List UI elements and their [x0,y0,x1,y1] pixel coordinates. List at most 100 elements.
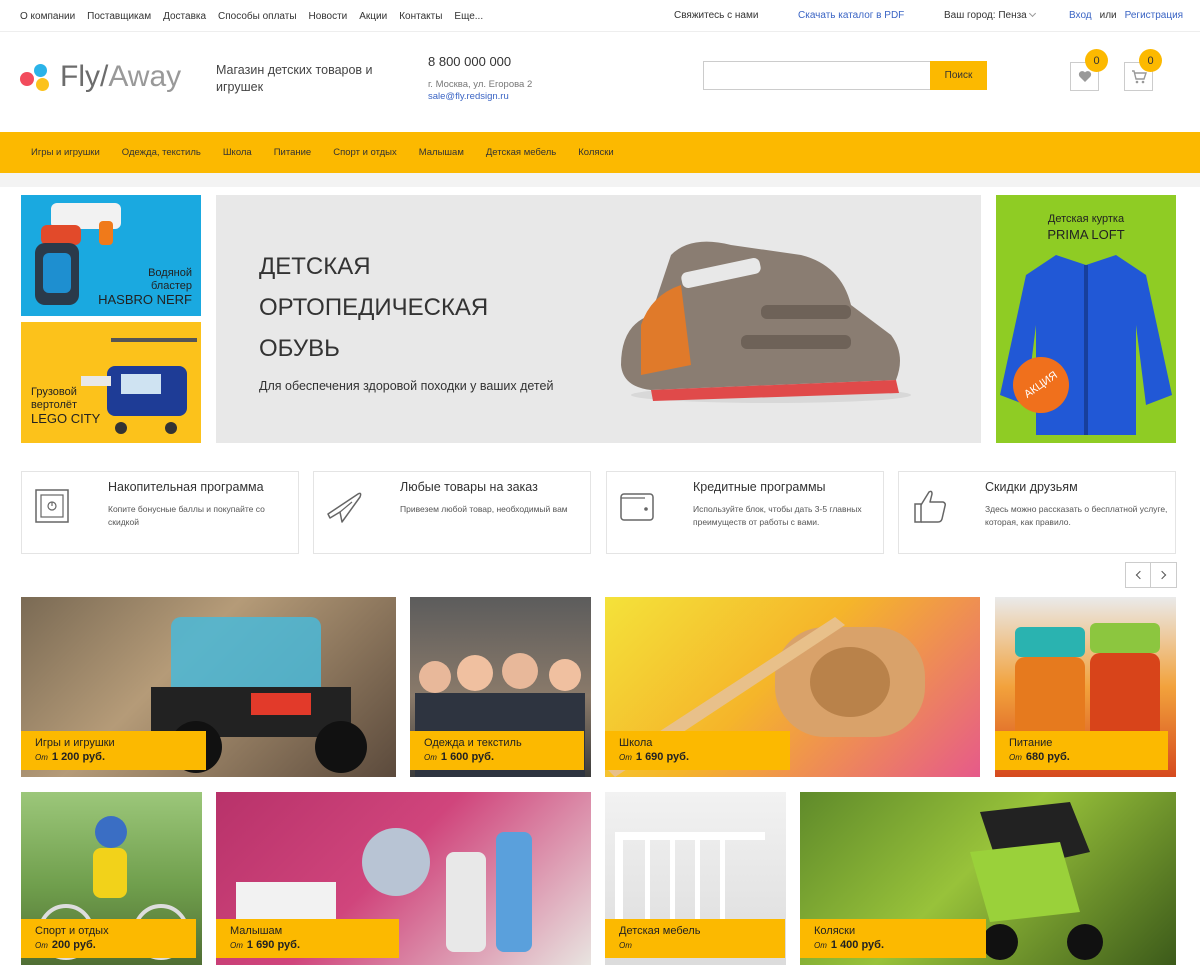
feature-credit-programs[interactable]: Кредитные программы Используйте блок, чт… [606,471,884,554]
menu-item-furniture[interactable]: Детская мебель [475,147,567,158]
cart-count-badge: 0 [1139,49,1162,72]
category-tile-school[interactable]: Школа От 1 690 руб. [605,597,980,777]
carousel-prev-button[interactable] [1125,562,1151,588]
main-banner-title: ДЕТСКАЯ ОРТОПЕДИЧЕСКАЯ ОБУВЬ [259,253,489,362]
wallet-icon [620,493,654,521]
feature-description: Используйте блок, чтобы дать 3-5 главных… [693,504,862,527]
feature-title: Накопительная программа [108,480,264,494]
tile-price: От 1 690 руб. [619,751,690,763]
tile-name: Спорт и отдых [35,925,109,937]
feature-description: Копите бонусные баллы и покупайте со ски… [108,504,265,527]
search-form: Поиск [703,61,987,90]
banner-nerf-text: Водяной бластер HASBRO NERF [98,267,192,307]
top-nav-about[interactable]: О компании [20,11,75,22]
tile-price: От [619,941,632,950]
tile-name: Коляски [814,925,856,937]
header: Fly/Away Магазин детских товаров и игруш… [0,32,1200,132]
main-banner-orthopedic-shoes[interactable]: ДЕТСКАЯ ОРТОПЕДИЧЕСКАЯ ОБУВЬ Для обеспеч… [216,195,981,443]
tile-caption: Питание От 680 руб. [995,731,1168,770]
feature-custom-orders[interactable]: Любые товары на заказ Привезем любой тов… [313,471,591,554]
menu-item-sport[interactable]: Спорт и отдых [322,147,408,158]
menu-item-clothing[interactable]: Одежда, текстиль [111,147,212,158]
store-address: г. Москва, ул. Егорова 2 [428,79,533,90]
tile-name: Малышам [230,925,283,937]
feature-title: Кредитные программы [693,480,826,494]
sandal-image [621,241,911,403]
contact-block: 8 800 000 000 г. Москва, ул. Егорова 2 s… [428,54,532,102]
menu-divider [0,173,1200,187]
category-tile-clothing[interactable]: Одежда и текстиль От 1 600 руб. [410,597,591,777]
top-nav: О компании Поставщикам Доставка Способы … [20,11,483,22]
thumbs-up-icon [914,490,946,523]
chevron-left-icon [1135,570,1144,580]
favorites-count-badge: 0 [1085,49,1108,72]
login-link[interactable]: Вход [1069,10,1092,21]
category-tile-strollers[interactable]: Коляски От 1 400 руб. [800,792,1176,965]
category-tile-sport[interactable]: Спорт и отдых От 200 руб. [21,792,202,965]
tile-caption: Игры и игрушки От 1 200 руб. [21,731,206,770]
top-nav-promotions[interactable]: Акции [359,11,387,22]
category-menu: Игры и игрушки Одежда, текстиль Школа Пи… [0,132,1200,173]
top-nav-contacts[interactable]: Контакты [399,11,442,22]
chevron-right-icon [1157,570,1167,580]
phone-number[interactable]: 8 800 000 000 [428,54,532,69]
menu-item-babies[interactable]: Малышам [408,147,475,158]
tile-caption: Малышам От 1 690 руб. [216,919,399,958]
tile-name: Одежда и текстиль [424,737,522,749]
city-selector[interactable]: Ваш город: Пенза [944,9,1036,21]
top-bar: О компании Поставщикам Доставка Способы … [0,0,1200,32]
banner-nerf-blaster[interactable]: Водяной бластер HASBRO NERF [21,195,201,316]
top-nav-suppliers[interactable]: Поставщикам [87,11,151,22]
tile-name: Игры и игрушки [35,737,115,749]
category-tile-toys[interactable]: Игры и игрушки От 1 200 руб. [21,597,396,777]
tile-caption: Школа От 1 690 руб. [605,731,790,770]
menu-item-toys[interactable]: Игры и игрушки [20,147,111,158]
category-tile-babies[interactable]: Малышам От 1 690 руб. [216,792,591,965]
top-nav-payment[interactable]: Способы оплаты [218,11,297,22]
feature-title: Любые товары на заказ [400,480,538,494]
tile-price: От 1 400 руб. [814,939,885,951]
tile-name: Детская мебель [619,925,701,937]
tile-name: Школа [619,737,653,749]
top-nav-news[interactable]: Новости [309,11,348,22]
menu-item-strollers[interactable]: Коляски [567,147,625,158]
tile-price: От 1 690 руб. [230,939,301,951]
search-button[interactable]: Поиск [930,61,987,90]
logo[interactable]: Fly/Away [20,60,181,94]
top-nav-more[interactable]: Еще... [454,11,483,22]
register-link[interactable]: Регистрация [1125,10,1183,21]
category-tile-furniture[interactable]: Детская мебель От [605,792,786,965]
store-tagline: Магазин детских товаров и игрушек [216,63,373,94]
tile-caption: Спорт и отдых От 200 руб. [21,919,196,958]
logo-mark-icon [20,62,54,92]
cart-icon [1131,69,1147,83]
top-nav-delivery[interactable]: Доставка [163,11,206,22]
banner-lego-helicopter[interactable]: Грузовой вертолёт LEGO CITY [21,322,201,443]
banner-kids-jacket[interactable]: Детская куртка PRIMA LOFT АКЦИЯ [996,195,1176,443]
carousel-next-button[interactable] [1151,562,1177,588]
email-link[interactable]: sale@fly.redsign.ru [428,91,532,102]
search-input[interactable] [703,61,930,90]
airplane-icon [327,492,362,523]
auth-links: Вход или Регистрация [1069,10,1183,21]
main-banner-subtitle: Для обеспечения здоровой походки у ваших… [259,379,554,393]
download-catalog-link[interactable]: Скачать каталог в PDF [798,10,904,21]
auth-separator: или [1099,10,1117,21]
feature-loyalty-program[interactable]: Накопительная программа Копите бонусные … [21,471,299,554]
safe-icon [35,489,69,523]
tile-price: От 1 600 руб. [424,751,495,763]
favorites-button[interactable]: 0 [1070,49,1108,91]
banner-lego-text: Грузовой вертолёт LEGO CITY [31,386,101,426]
city-label: Ваш город: Пенза [944,10,1027,21]
logo-text: Fly/Away [60,60,182,93]
feature-title: Скидки друзьям [985,480,1078,494]
tile-caption: Детская мебель От [605,919,785,958]
menu-item-school[interactable]: Школа [212,147,263,158]
tile-price: От 680 руб. [1009,751,1070,763]
chevron-down-icon [1028,9,1036,18]
contact-us-link[interactable]: Свяжитесь с нами [674,10,758,21]
category-tile-food[interactable]: Питание От 680 руб. [995,597,1176,777]
cart-button[interactable]: 0 [1124,49,1162,91]
feature-friend-discounts[interactable]: Скидки друзьям Здесь можно рассказать о … [898,471,1176,554]
menu-item-food[interactable]: Питание [263,147,323,158]
